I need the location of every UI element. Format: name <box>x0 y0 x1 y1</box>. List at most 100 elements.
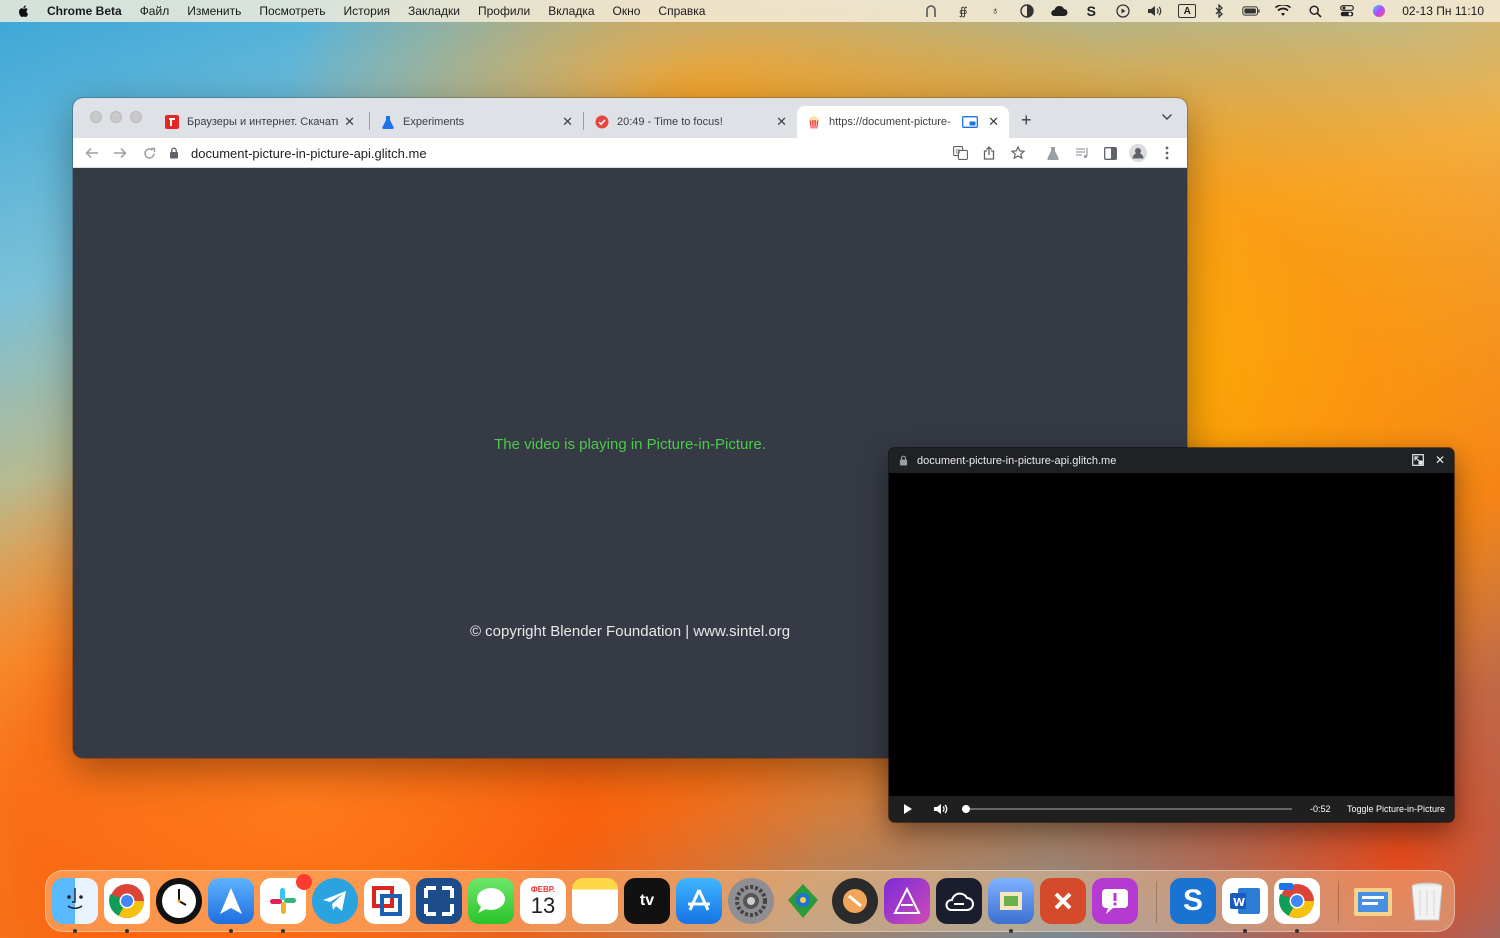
figure-icon[interactable]: ♁ <box>986 4 1004 18</box>
dock-cloud-app[interactable] <box>936 878 982 924</box>
close-icon[interactable]: ✕ <box>562 114 573 130</box>
running-indicator <box>281 929 285 933</box>
address-bar[interactable]: document-picture-in-picture-api.glitch.m… <box>169 141 969 165</box>
menu-bookmarks[interactable]: Закладки <box>408 4 460 18</box>
dock-trash[interactable] <box>1404 878 1450 924</box>
translate-icon[interactable]: G <box>951 144 969 162</box>
dock-apple-tv[interactable]: tv <box>624 878 670 924</box>
wifi-icon[interactable] <box>1274 4 1292 18</box>
tab-experiments[interactable]: Experiments ✕ <box>371 106 583 138</box>
spotlight-icon[interactable] <box>1306 4 1324 18</box>
s-app-icon[interactable]: S <box>1082 3 1100 19</box>
reload-icon[interactable] <box>140 144 158 162</box>
contrast-icon[interactable] <box>1018 4 1036 18</box>
dock-skitch[interactable]: S <box>1170 878 1216 924</box>
menu-tab[interactable]: Вкладка <box>548 4 594 18</box>
close-icon[interactable]: ✕ <box>344 114 355 130</box>
popcorn-icon <box>807 115 821 129</box>
red-square-favicon-icon <box>165 115 179 129</box>
tab-browsers[interactable]: Браузеры и интернет. Скачать ✕ <box>155 106 365 138</box>
dock-messages[interactable] <box>468 878 514 924</box>
volume-icon[interactable] <box>933 802 949 816</box>
media-controls-icon[interactable] <box>1073 144 1091 162</box>
tab-separator <box>583 112 584 130</box>
menu-edit[interactable]: Изменить <box>187 4 241 18</box>
profile-avatar-icon[interactable] <box>1129 144 1147 162</box>
kebab-menu-icon[interactable] <box>1158 144 1176 162</box>
dock-finder[interactable] <box>52 878 98 924</box>
seek-bar-knob[interactable] <box>962 805 970 813</box>
back-to-tab-icon[interactable] <box>1411 453 1425 467</box>
dock-sketchbook[interactable] <box>832 878 878 924</box>
play-icon[interactable] <box>1114 4 1132 18</box>
menu-file[interactable]: Файл <box>140 4 170 18</box>
menu-help[interactable]: Справка <box>658 4 705 18</box>
forward-arrow-icon[interactable] <box>111 144 129 162</box>
menubar-clock[interactable]: 02-13 Пн 11:10 <box>1402 4 1484 18</box>
dock-chrome-beta[interactable] <box>1274 878 1320 924</box>
menu-profiles[interactable]: Профили <box>478 4 530 18</box>
dock-screen-sharing[interactable] <box>416 878 462 924</box>
menu-view[interactable]: Посмотреть <box>259 4 325 18</box>
dock-separator <box>1156 881 1157 923</box>
tab-search-chevron-down-icon[interactable] <box>1161 112 1173 124</box>
new-tab-button[interactable]: + <box>1021 110 1032 131</box>
address-text[interactable]: document-picture-in-picture-api.glitch.m… <box>191 146 427 161</box>
play-icon[interactable] <box>901 802 915 816</box>
dock-app-store[interactable] <box>676 878 722 924</box>
input-source-icon[interactable]: A <box>1178 4 1197 18</box>
dock-notes[interactable] <box>572 878 618 924</box>
menu-history[interactable]: История <box>344 4 391 18</box>
dock-word[interactable]: W <box>1222 878 1268 924</box>
dock-remote-desktop[interactable] <box>1040 878 1086 924</box>
cloud-icon[interactable] <box>1050 4 1068 18</box>
dock-slack[interactable] <box>260 874 312 924</box>
battery-icon[interactable] <box>1242 4 1260 18</box>
back-arrow-icon[interactable] <box>83 144 101 162</box>
close-icon[interactable]: ✕ <box>988 114 999 130</box>
dock-affinity-photo[interactable] <box>884 878 930 924</box>
close-window-button[interactable] <box>90 111 102 123</box>
volume-icon[interactable] <box>1146 4 1164 18</box>
dock-calendar[interactable]: ФЕВР. 13 <box>520 878 566 924</box>
running-indicator <box>73 929 77 933</box>
control-center-icon[interactable] <box>1338 4 1356 18</box>
calendar-day: 13 <box>530 892 556 918</box>
dock-clock[interactable] <box>156 878 202 924</box>
script-icon[interactable]: ∯ <box>954 4 972 18</box>
pip-indicator-icon <box>962 116 979 128</box>
lock-icon[interactable] <box>169 147 179 159</box>
bluetooth-icon[interactable] <box>1210 4 1228 18</box>
dock-parallels[interactable] <box>364 878 410 924</box>
minimize-window-button[interactable] <box>110 111 122 123</box>
lock-icon <box>899 455 908 466</box>
menu-window[interactable]: Окно <box>613 4 641 18</box>
dock-preview[interactable] <box>988 878 1034 924</box>
pip-video[interactable] <box>889 473 1454 796</box>
dock-telegram[interactable] <box>312 878 358 924</box>
seek-bar[interactable] <box>962 805 1292 813</box>
siri-icon[interactable] <box>1370 4 1388 18</box>
dock-downloads-folder[interactable] <box>1350 878 1396 924</box>
check-circle-icon <box>595 115 609 129</box>
dock-spark[interactable] <box>208 878 254 924</box>
apple-menu-icon[interactable] <box>17 4 31 18</box>
dock-feedback[interactable] <box>1092 878 1138 924</box>
tab-focus[interactable]: 20:49 - Time to focus! ✕ <box>585 106 797 138</box>
tab-title: 20:49 - Time to focus! <box>617 116 723 128</box>
app-name-menu[interactable]: Chrome Beta <box>47 4 122 18</box>
share-icon[interactable] <box>980 144 998 162</box>
bookmark-star-icon[interactable] <box>1009 144 1027 162</box>
close-icon[interactable]: ✕ <box>776 114 787 130</box>
pip-title-bar[interactable]: document-picture-in-picture-api.glitch.m… <box>889 448 1454 473</box>
dock-chrome[interactable] <box>104 878 150 924</box>
dock-maps[interactable] <box>780 878 826 924</box>
side-panel-icon[interactable] <box>1101 144 1119 162</box>
zoom-window-button[interactable] <box>130 111 142 123</box>
toggle-pip-button[interactable]: Toggle Picture-in-Picture <box>1347 804 1445 814</box>
close-icon[interactable]: ✕ <box>1433 453 1447 467</box>
dock-system-settings[interactable] <box>728 878 774 924</box>
labs-flask-icon[interactable] <box>1044 144 1062 162</box>
vpn-icon[interactable] <box>922 4 940 18</box>
tab-pip-active[interactable]: https://document-picture- ✕ <box>797 106 1009 138</box>
